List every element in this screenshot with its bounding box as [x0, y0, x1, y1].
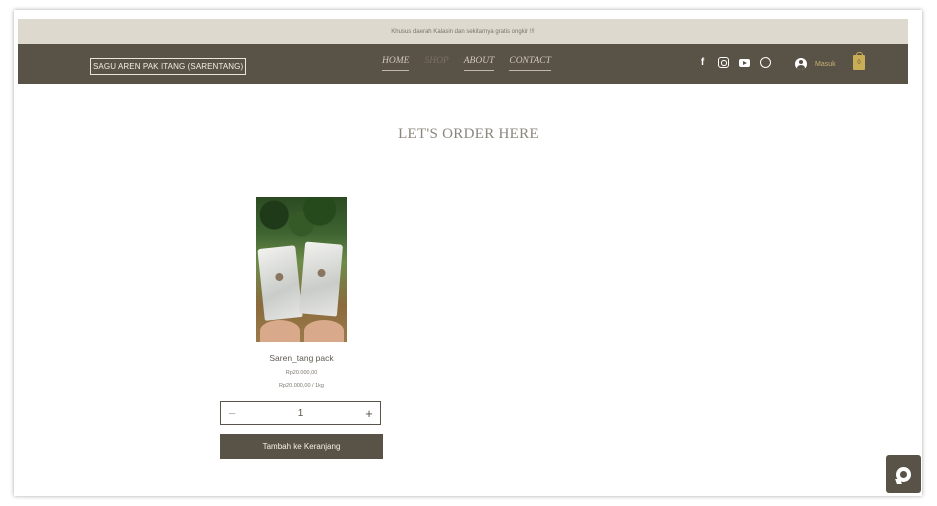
increase-quantity-button[interactable]: +	[358, 406, 380, 421]
decrease-quantity-button[interactable]: −	[221, 406, 243, 421]
chat-bubble-icon	[896, 466, 911, 482]
main-menu: HOME SHOP ABOUT CONTACT	[382, 56, 566, 71]
menu-item-about[interactable]: ABOUT	[463, 56, 495, 71]
product-name[interactable]: Saren_tang pack	[220, 353, 383, 363]
site-header: SAGU AREN PAK ITANG (SARENTANG) HOME SHO…	[18, 44, 908, 84]
quantity-value[interactable]: 1	[298, 408, 304, 419]
shopping-bag-icon[interactable]: 0	[853, 52, 865, 70]
quantity-stepper: − 1 +	[220, 401, 381, 425]
instagram-icon[interactable]	[718, 57, 729, 68]
cart-count: 0	[857, 59, 861, 66]
login-button[interactable]: Masuk	[795, 58, 836, 70]
menu-item-shop[interactable]: SHOP	[424, 56, 448, 71]
login-label: Masuk	[815, 60, 836, 68]
add-to-cart-button[interactable]: Tambah ke Keranjang	[220, 434, 383, 459]
site-logo-link[interactable]: SAGU AREN PAK ITANG (SARENTANG)	[90, 58, 247, 75]
product-unit-price: Rp20.000,00 / 1kg	[279, 383, 324, 389]
social-links: f	[697, 57, 781, 68]
whatsapp-icon[interactable]	[760, 57, 771, 68]
product-image[interactable]	[256, 197, 347, 342]
page-title: LET'S ORDER HERE	[398, 126, 539, 142]
facebook-icon[interactable]: f	[697, 57, 708, 68]
chat-button[interactable]	[886, 455, 921, 493]
product-price: Rp20.000,00	[285, 370, 318, 376]
youtube-icon[interactable]	[739, 58, 750, 67]
promo-banner: Khusus daerah Kalasin dan sekitarnya gra…	[18, 19, 908, 44]
menu-item-home[interactable]: HOME	[382, 56, 410, 71]
promo-text: Khusus daerah Kalasin dan sekitarnya gra…	[391, 28, 535, 35]
menu-item-contact[interactable]: CONTACT	[509, 56, 551, 71]
user-avatar-icon	[795, 58, 807, 70]
